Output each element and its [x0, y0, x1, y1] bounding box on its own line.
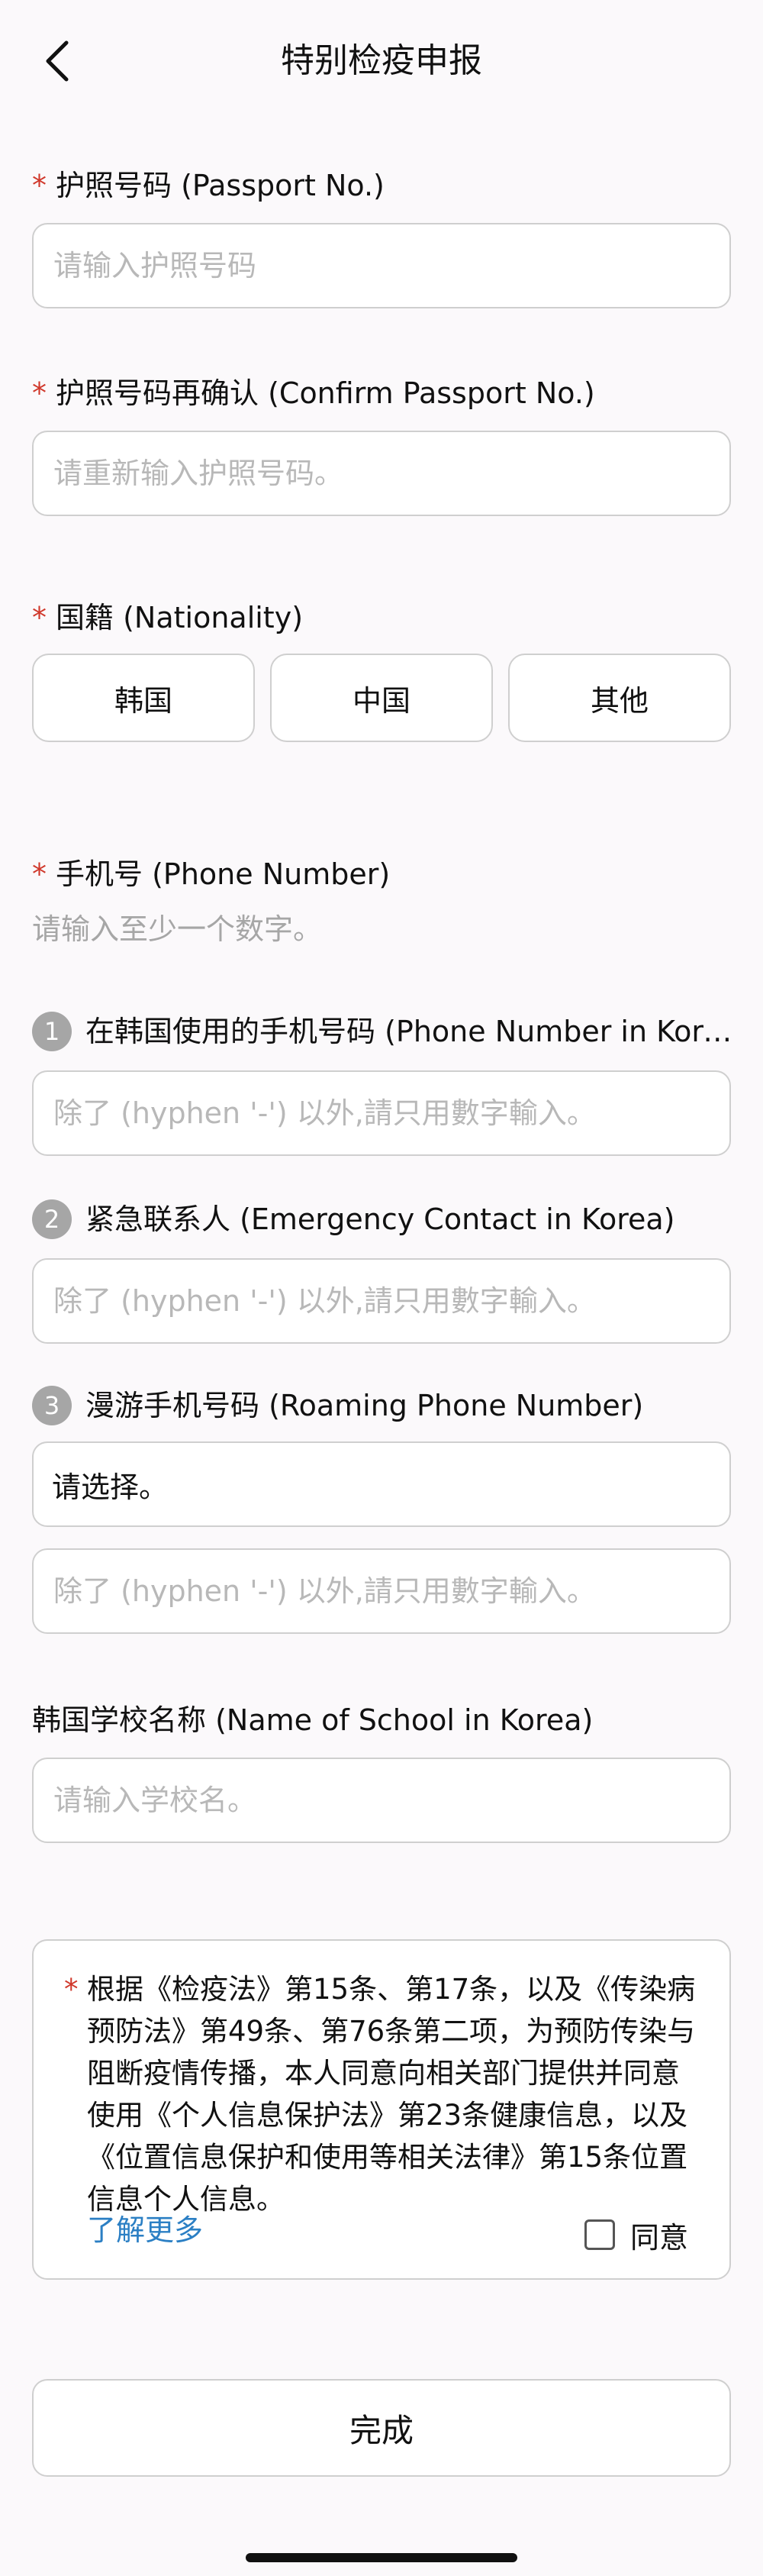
agree-checkbox[interactable] [584, 2219, 615, 2250]
home-indicator [246, 2553, 517, 2562]
nationality-option-korea[interactable]: 韩国 [32, 654, 255, 742]
school-input[interactable] [52, 1758, 729, 1842]
korea-phone-label: 1 在韩国使用的手机号码 (Phone Number in Korea) [32, 1009, 734, 1054]
roaming-phone-input[interactable] [52, 1549, 729, 1633]
korea-phone-input[interactable] [52, 1071, 729, 1155]
passport-confirm-label: * 护照号码再确认 (Confirm Passport No.) [32, 376, 595, 410]
agree-label[interactable]: 同意 [630, 2214, 688, 2256]
roaming-phone-label: 3 漫游手机号码 (Roaming Phone Number) [32, 1383, 734, 1428]
passport-confirm-input[interactable] [52, 431, 729, 515]
required-mark: * [64, 1973, 79, 2006]
required-mark: * [32, 169, 47, 202]
emergency-contact-input[interactable] [52, 1259, 729, 1343]
passport-label: * 护照号码 (Passport No.) [32, 169, 385, 202]
required-mark: * [32, 857, 47, 891]
learn-more-link[interactable]: 了解更多 [87, 2210, 203, 2251]
passport-input-box[interactable] [32, 223, 731, 308]
number-badge: 2 [32, 1199, 72, 1239]
number-badge: 1 [32, 1011, 72, 1051]
roaming-country-select[interactable]: 请选择。 [32, 1441, 731, 1527]
passport-input[interactable] [52, 224, 729, 308]
school-input-box[interactable] [32, 1758, 731, 1843]
consent-text: * 根据《检疫法》第15条、第17条，以及《传染病预防法》第49条、第76条第二… [64, 1968, 705, 2220]
korea-phone-input-box[interactable] [32, 1070, 731, 1156]
nationality-option-other[interactable]: 其他 [508, 654, 731, 742]
submit-button[interactable]: 完成 [32, 2379, 731, 2477]
number-badge: 3 [32, 1385, 72, 1425]
nationality-option-china[interactable]: 中国 [270, 654, 493, 742]
agree-checkbox-wrap[interactable]: 同意 [584, 2214, 688, 2255]
phone-label: * 手机号 (Phone Number) [32, 857, 391, 891]
roaming-phone-input-box[interactable] [32, 1548, 731, 1634]
phone-hint: 请输入至少一个数字。 [32, 912, 323, 946]
school-label: 韩国学校名称 (Name of School in Korea) [32, 1703, 594, 1737]
required-mark: * [32, 376, 47, 410]
emergency-contact-label: 2 紧急联系人 (Emergency Contact in Korea) [32, 1197, 734, 1241]
emergency-contact-input-box[interactable] [32, 1258, 731, 1344]
nationality-label: * 国籍 (Nationality) [32, 601, 304, 634]
page-title: 特别检疫申报 [281, 41, 482, 80]
passport-confirm-input-box[interactable] [32, 431, 731, 516]
required-mark: * [32, 601, 47, 634]
